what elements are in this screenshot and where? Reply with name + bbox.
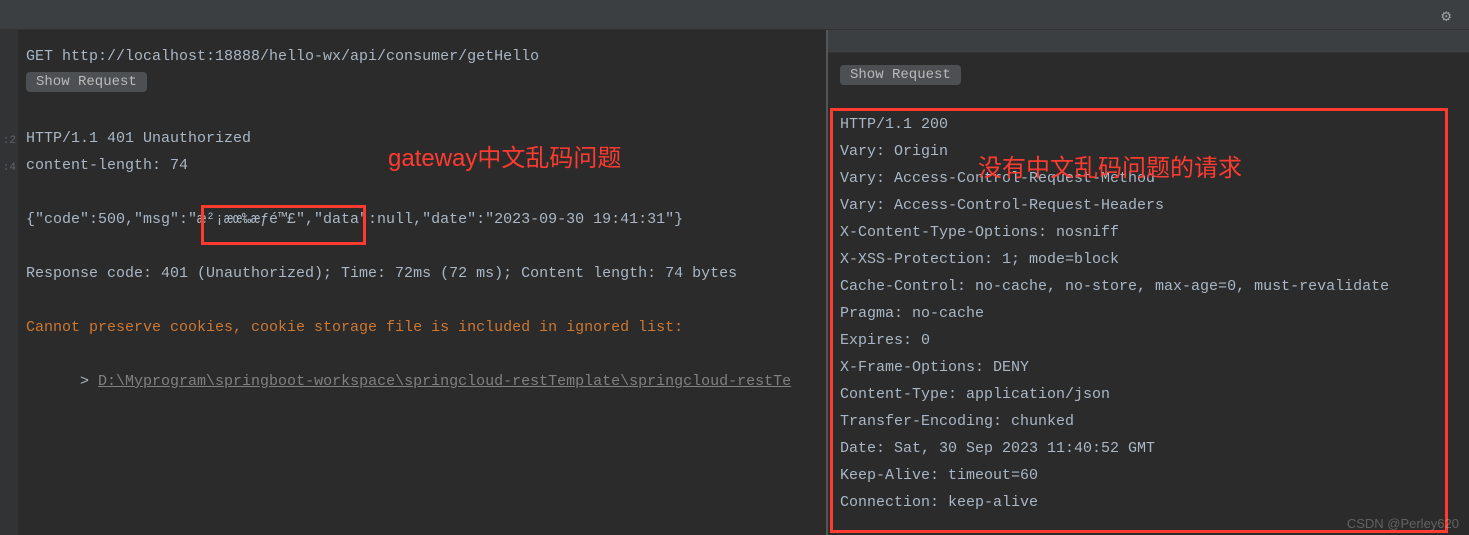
gutter-mark: :4 [0,155,16,182]
main-container: :2 :4 GET http://localhost:18888/hello-w… [0,30,1469,535]
highlight-box-garbled [201,205,366,245]
highlight-box-right [830,108,1448,533]
cookie-warning: Cannot preserve cookies, cookie storage … [26,314,818,341]
show-request-button[interactable]: Show Request [26,72,147,92]
top-toolbar: ⚙ [0,0,1469,30]
response-body: {"code":500,"msg":"æ²¡æœ‰æƒé™£","data":n… [26,206,818,233]
right-response-panel: Show Request HTTP/1.1 200Vary: OriginVar… [826,30,1469,535]
gear-icon[interactable]: ⚙ [1441,6,1451,26]
response-meta: Response code: 401 (Unauthorized); Time:… [26,260,818,287]
cookie-path-link[interactable]: D:\Myprogram\springboot-workspace\spring… [98,373,791,390]
path-prefix: > [80,373,98,390]
left-response-panel: GET http://localhost:18888/hello-wx/api/… [18,30,826,535]
gutter: :2 :4 [0,30,18,535]
gutter-mark: :2 [0,128,16,155]
watermark: CSDN @Perley620 [1347,516,1459,531]
annotation-left: gateway中文乱码问题 [388,138,621,173]
request-line: GET http://localhost:18888/hello-wx/api/… [26,43,818,70]
cookie-path-line: > D:\Myprogram\springboot-workspace\spri… [26,341,818,422]
show-request-button[interactable]: Show Request [840,65,961,85]
right-tab-strip [828,30,1469,53]
